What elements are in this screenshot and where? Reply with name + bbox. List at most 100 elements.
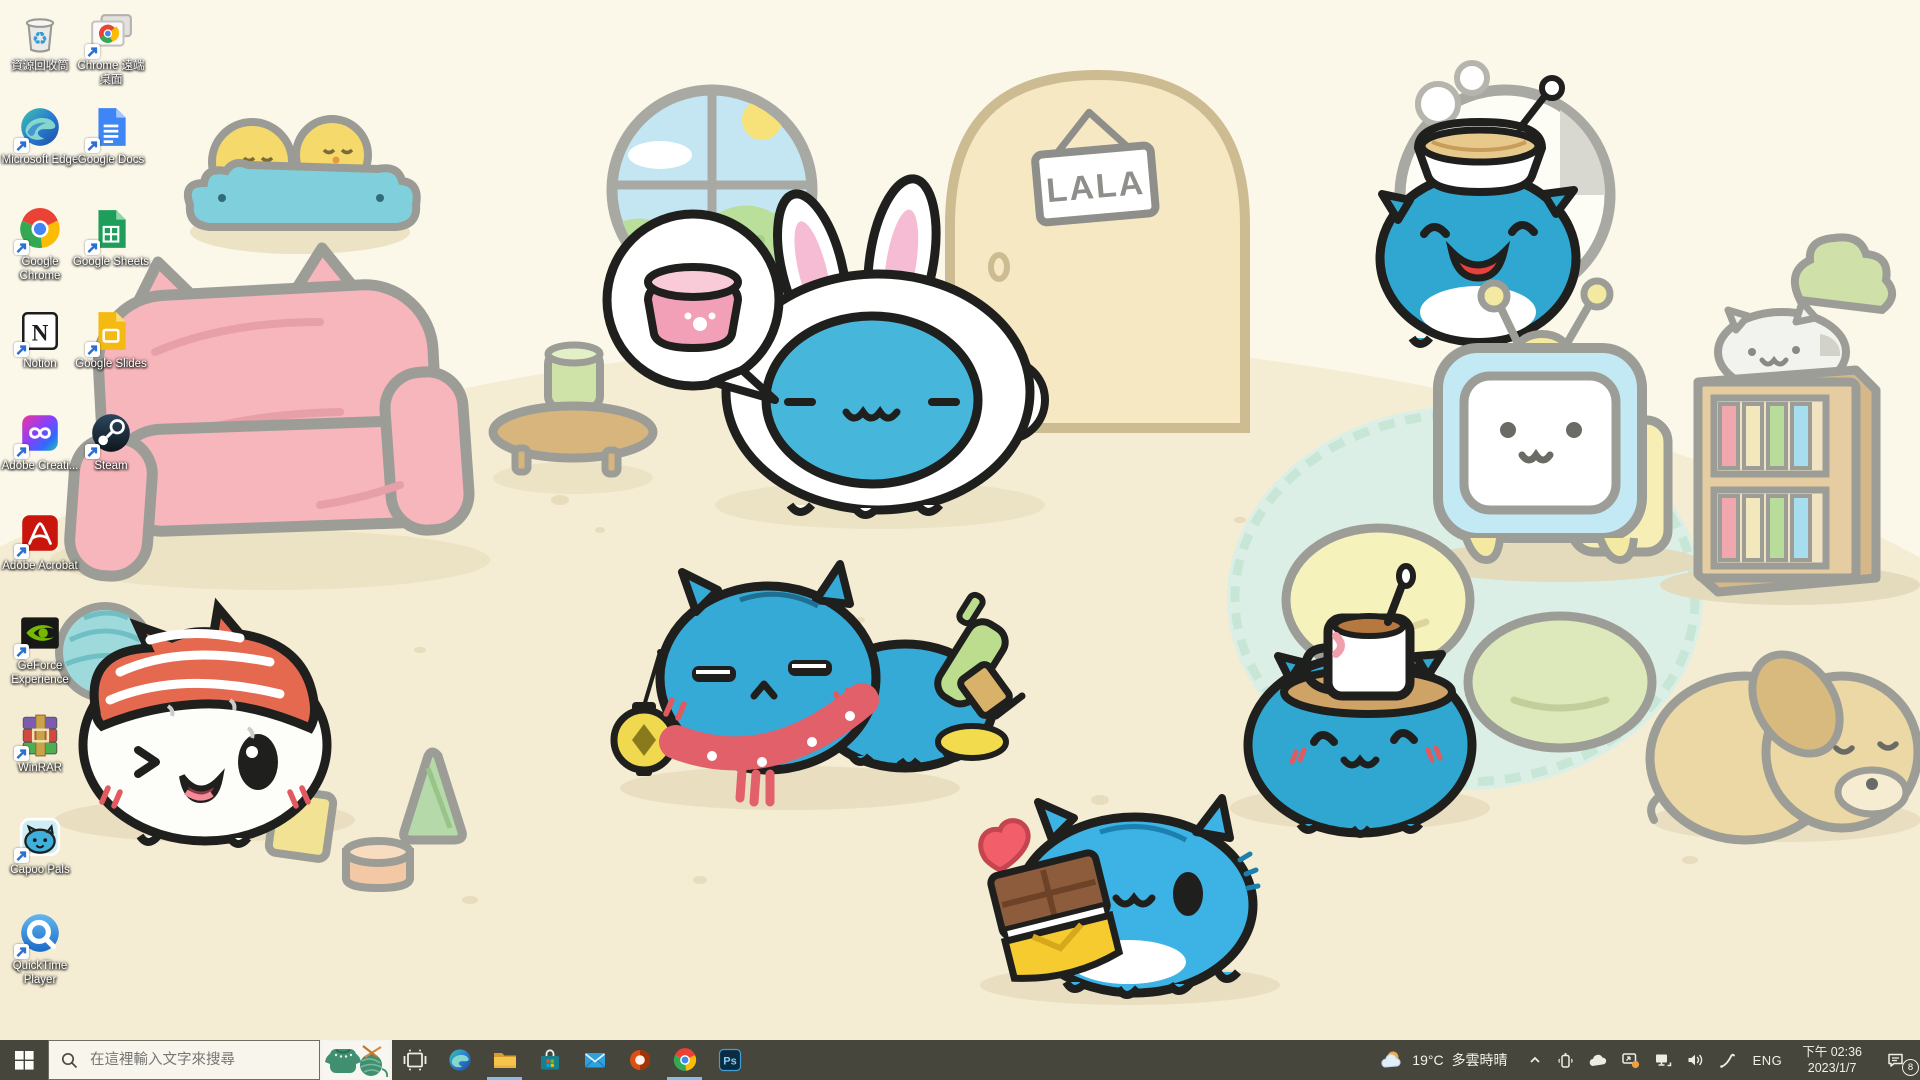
- start-button[interactable]: [0, 1040, 48, 1080]
- desktop-icon-google-docs[interactable]: Google Docs: [72, 104, 150, 167]
- desktop-icon-capoo-pals[interactable]: Capoo Pals: [1, 814, 79, 877]
- svg-text:N: N: [32, 320, 49, 345]
- desktop-icon-notion[interactable]: N Notion: [1, 308, 79, 371]
- desktop-icon-winrar[interactable]: WinRAR: [1, 712, 79, 775]
- shortcut-arrow-icon: [14, 944, 29, 959]
- chrome-remote-desktop-icon: [88, 10, 134, 56]
- pen-icon: [1718, 1052, 1736, 1069]
- desktop-icon-google-slides[interactable]: Google Slides: [72, 308, 150, 371]
- taskbar-app-file-explorer[interactable]: [482, 1040, 527, 1080]
- task-view-icon: [402, 1047, 428, 1073]
- edge-icon: [17, 104, 63, 150]
- search-input[interactable]: [88, 1051, 292, 1069]
- notion-icon: N: [17, 308, 63, 354]
- shortcut-arrow-icon: [85, 138, 100, 153]
- notification-count-badge: 8: [1902, 1059, 1919, 1076]
- desktop-icon-steam[interactable]: Steam: [72, 410, 150, 473]
- desktop-icon-geforce-experience[interactable]: GeForce Experience: [1, 610, 79, 688]
- desktop-icon-label: Google Docs: [72, 153, 150, 167]
- desktop-icon-label: Google Sheets: [72, 255, 150, 269]
- quicktime-player-icon: [17, 910, 63, 956]
- taskbar-search[interactable]: [48, 1040, 320, 1080]
- desktop-icon-label: Google Chrome: [1, 255, 79, 284]
- adobe-creative-cloud-icon: [17, 410, 63, 456]
- edge-icon: [447, 1047, 473, 1073]
- taskbar-app-mail[interactable]: [572, 1040, 617, 1080]
- file-explorer-icon: [492, 1047, 518, 1073]
- taskbar-app-chrome[interactable]: [662, 1040, 707, 1080]
- taskbar-app-task-view[interactable]: [392, 1040, 437, 1080]
- adobe-acrobat-icon: [17, 510, 63, 556]
- language-code: ENG: [1753, 1053, 1783, 1068]
- desktop-icon-google-sheets[interactable]: Google Sheets: [72, 206, 150, 269]
- desktop-icon-label: GeForce Experience: [1, 659, 79, 688]
- desktop-screen: LALA: [0, 0, 1920, 1080]
- tray-volume[interactable]: [1679, 1040, 1711, 1080]
- tray-phone-link[interactable]: [1550, 1040, 1581, 1080]
- desktop-icon-label: Google Slides: [72, 357, 150, 371]
- tray-screen-share[interactable]: [1614, 1040, 1647, 1080]
- cylinder-toy: [346, 841, 410, 888]
- desktop-icon-google-chrome[interactable]: Google Chrome: [1, 206, 79, 284]
- shortcut-arrow-icon: [85, 44, 100, 59]
- desktop-icon-quicktime-player[interactable]: QuickTime Player: [1, 910, 79, 988]
- mail-icon: [582, 1047, 608, 1073]
- geforce-experience-icon: [17, 610, 63, 656]
- shortcut-arrow-icon: [14, 138, 29, 153]
- network-icon: [1654, 1052, 1672, 1068]
- weather-temp: 19°C: [1412, 1052, 1443, 1068]
- desktop-icon-label: Capoo Pals: [1, 863, 79, 877]
- system-tray: 19°C 多雲時晴: [1368, 1040, 1920, 1080]
- desktop-icon-adobe-creative-cloud[interactable]: Adobe Creati...: [1, 410, 79, 473]
- show-hidden-icons-button[interactable]: [1520, 1040, 1550, 1080]
- widget-thumbnail-icon: [323, 1041, 389, 1079]
- svg-text:♻: ♻: [32, 29, 48, 49]
- svg-text:Ps: Ps: [723, 1056, 736, 1068]
- desktop-icon-label: 資源回收筒: [1, 59, 79, 73]
- language-indicator[interactable]: ENG: [1743, 1040, 1793, 1080]
- phone-link-icon: [1557, 1052, 1574, 1069]
- desktop-icon-label: Adobe Creati...: [1, 459, 79, 473]
- desktop-icon-label: Adobe Acrobat: [1, 559, 79, 573]
- taskbar-app-photoshop[interactable]: Ps: [707, 1040, 752, 1080]
- taskbar-app-edge[interactable]: [437, 1040, 482, 1080]
- tray-windows-ink[interactable]: [1711, 1040, 1743, 1080]
- shortcut-arrow-icon: [85, 240, 100, 255]
- winrar-icon: [17, 712, 63, 758]
- shortcut-arrow-icon: [14, 342, 29, 357]
- photoshop-icon: Ps: [717, 1047, 743, 1073]
- office-icon: [627, 1047, 653, 1073]
- taskbar-app-office[interactable]: [617, 1040, 662, 1080]
- desktop-icon-label: Microsoft Edge: [1, 153, 79, 167]
- chevron-up-icon: [1527, 1052, 1543, 1068]
- action-center-button[interactable]: 8: [1872, 1040, 1920, 1080]
- weather-icon: [1380, 1049, 1404, 1071]
- desktop-icon-recycle-bin[interactable]: ♻ 資源回收筒: [1, 10, 79, 73]
- chrome-icon: [672, 1047, 698, 1073]
- taskbar-app-microsoft-store[interactable]: [527, 1040, 572, 1080]
- shortcut-arrow-icon: [14, 444, 29, 459]
- shortcut-arrow-icon: [14, 746, 29, 761]
- alert-badge: [1631, 1061, 1638, 1068]
- onedrive-cloud-icon: [1588, 1053, 1607, 1068]
- desktop-icon-adobe-acrobat[interactable]: Adobe Acrobat: [1, 510, 79, 573]
- search-icon: [61, 1052, 78, 1069]
- desktop-icon-microsoft-edge[interactable]: Microsoft Edge: [1, 104, 79, 167]
- shortcut-arrow-icon: [14, 644, 29, 659]
- news-interests-widget[interactable]: [320, 1040, 392, 1080]
- weather-widget[interactable]: 19°C 多雲時晴: [1368, 1040, 1519, 1080]
- google-docs-icon: [88, 104, 134, 150]
- tray-network[interactable]: [1647, 1040, 1679, 1080]
- desktop-icon-label: Steam: [72, 459, 150, 473]
- capoo-pals-icon: [17, 814, 63, 860]
- wallpaper-illustration: LALA: [0, 0, 1920, 1040]
- tray-onedrive[interactable]: [1581, 1040, 1614, 1080]
- steam-puff: [1418, 84, 1458, 124]
- windows-logo-icon: [15, 1051, 34, 1070]
- chrome-icon: [17, 206, 63, 252]
- cloud: [628, 141, 692, 169]
- google-sheets-icon: [88, 206, 134, 252]
- clock[interactable]: 下午 02:36 2023/1/7: [1792, 1040, 1872, 1080]
- shortcut-arrow-icon: [14, 848, 29, 863]
- desktop-icon-chrome-remote-desktop[interactable]: Chrome 遠端桌面: [72, 10, 150, 88]
